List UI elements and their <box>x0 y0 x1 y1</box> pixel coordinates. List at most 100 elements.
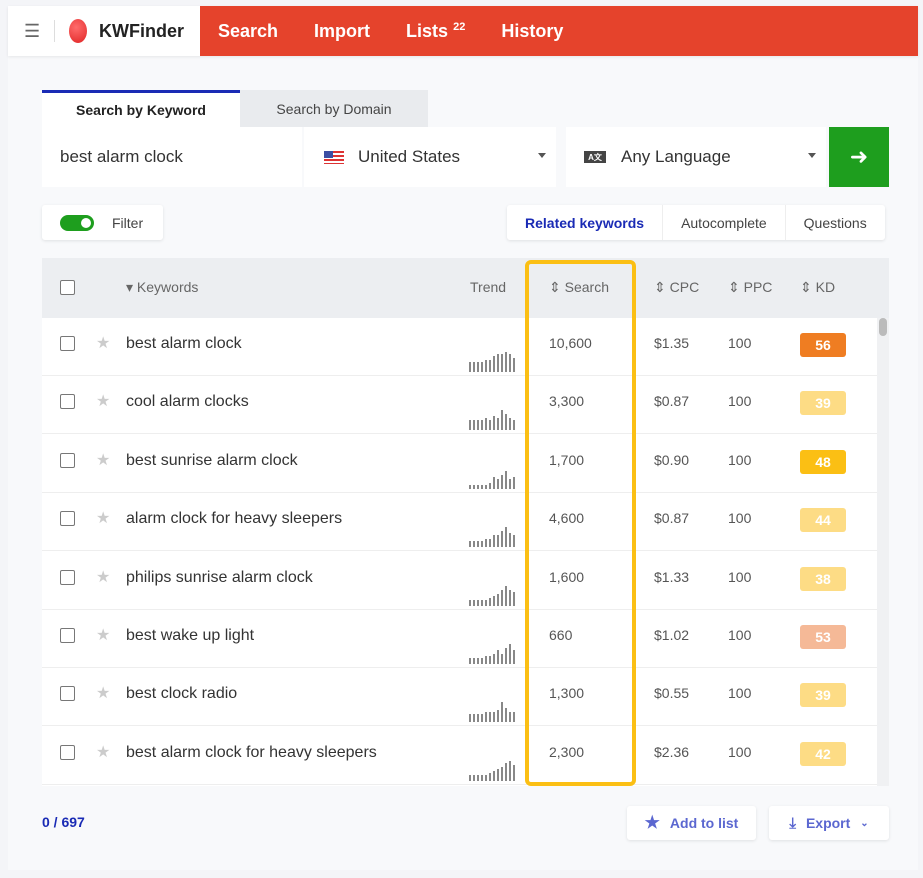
nav-history[interactable]: History <box>501 21 563 42</box>
trend-bar <box>481 420 483 431</box>
star-icon[interactable]: ★ <box>96 391 110 411</box>
table-header: ▾ Keywords Trend ⇕ Search ⇕ CPC ⇕ PPC ⇕ … <box>42 258 889 318</box>
ppc-value: 100 <box>728 568 752 585</box>
cpc-value: $0.87 <box>654 510 690 527</box>
keyword-text[interactable]: philips sunrise alarm clock <box>126 569 313 587</box>
col-keywords-label: Keywords <box>136 279 199 295</box>
kd-badge: 38 <box>800 566 846 591</box>
trend-sparkline <box>469 410 515 431</box>
trend-bar <box>501 410 503 431</box>
keyword-text[interactable]: alarm clock for heavy sleepers <box>126 510 342 528</box>
search-volume: 4,600 <box>549 510 585 527</box>
trend-bar <box>509 478 511 489</box>
col-kd[interactable]: ⇕ KD <box>800 279 835 296</box>
row-checkbox[interactable] <box>60 628 75 643</box>
row-checkbox[interactable] <box>60 686 75 702</box>
nav-search[interactable]: Search <box>218 21 278 42</box>
star-icon[interactable]: ★ <box>96 742 110 762</box>
lists-count-badge: 22 <box>453 20 466 33</box>
search-volume: 660 <box>549 627 573 643</box>
trend-bar <box>473 541 475 548</box>
tab-autocomplete[interactable]: Autocomplete <box>662 205 785 240</box>
star-icon[interactable]: ★ <box>96 683 110 703</box>
select-all-checkbox[interactable] <box>60 280 75 295</box>
add-to-list-button[interactable]: ★ Add to list <box>627 806 756 840</box>
trend-bar <box>473 484 475 489</box>
keyword-text[interactable]: best clock radio <box>126 685 237 703</box>
filter-label: Filter <box>112 214 144 231</box>
row-checkbox[interactable] <box>60 744 75 760</box>
ppc-value: 100 <box>728 451 752 468</box>
col-search[interactable]: ⇕ Search <box>549 279 609 296</box>
table-row: ★ cool alarm clocks 3,300 $0.87 100 39 <box>42 376 877 435</box>
keyword-text[interactable]: best alarm clock for heavy sleepers <box>126 744 377 762</box>
ppc-value: 100 <box>728 510 752 527</box>
trend-bar <box>485 539 487 548</box>
trend-bar <box>493 654 495 664</box>
tab-related-keywords[interactable]: Related keywords <box>507 205 662 240</box>
nav-lists-label: Lists <box>406 20 449 41</box>
kd-badge: 39 <box>800 391 846 416</box>
nav-import[interactable]: Import <box>314 21 370 42</box>
trend-bar <box>501 354 503 372</box>
nav-lists[interactable]: Lists 22 <box>406 21 465 42</box>
search-volume: 10,600 <box>549 335 592 351</box>
star-icon[interactable]: ★ <box>96 333 110 353</box>
star-icon[interactable]: ★ <box>96 567 110 587</box>
export-button[interactable]: ⤓ Export ⌄ <box>769 806 889 840</box>
language-select[interactable]: A文 Any Language <box>566 127 826 187</box>
col-cpc[interactable]: ⇕ CPC <box>654 279 699 296</box>
trend-bar <box>497 650 499 664</box>
col-trend: Trend <box>470 279 507 295</box>
col-kd-label: KD <box>815 279 836 295</box>
table-row: ★ best wake up light 660 $1.02 100 53 <box>42 610 877 668</box>
add-to-list-label: Add to list <box>669 815 739 831</box>
trend-bar <box>513 650 515 664</box>
star-icon[interactable]: ★ <box>96 508 110 528</box>
trend-bar <box>497 478 499 489</box>
chevron-down-icon <box>808 153 816 158</box>
tab-search-by-domain[interactable]: Search by Domain <box>240 90 428 127</box>
trend-bar <box>477 658 479 664</box>
scrollbar-thumb[interactable] <box>879 318 887 336</box>
keyword-input[interactable]: best alarm clock <box>42 127 302 187</box>
star-icon[interactable]: ★ <box>96 625 110 645</box>
trend-bar <box>489 597 491 606</box>
filter-toggle[interactable]: Filter <box>42 205 163 240</box>
trend-bar <box>477 420 479 431</box>
col-keywords[interactable]: ▾ Keywords <box>126 279 198 296</box>
trend-bar <box>485 656 487 664</box>
row-checkbox[interactable] <box>60 394 75 410</box>
cpc-value: $1.33 <box>654 568 690 585</box>
row-checkbox[interactable] <box>60 452 75 468</box>
trend-bar <box>469 484 471 489</box>
row-checkbox[interactable] <box>60 336 75 351</box>
tab-search-by-keyword[interactable]: Search by Keyword <box>42 90 240 127</box>
trend-bar <box>505 708 507 723</box>
star-icon[interactable]: ★ <box>96 450 110 470</box>
trend-bar <box>513 420 515 431</box>
trend-bar <box>469 658 471 664</box>
keyword-text[interactable]: best wake up light <box>126 627 254 645</box>
trend-bar <box>481 484 483 489</box>
ppc-value: 100 <box>728 335 752 351</box>
tab-questions[interactable]: Questions <box>784 205 885 240</box>
keyword-text[interactable]: cool alarm clocks <box>126 393 249 411</box>
country-select[interactable]: United States <box>304 127 556 187</box>
hamburger-menu-icon[interactable]: ☰ <box>24 21 40 42</box>
toggle-switch[interactable] <box>60 214 94 231</box>
trend-bar <box>469 541 471 548</box>
trend-bar <box>477 484 479 489</box>
table-row: ★ best alarm clock for heavy sleepers 2,… <box>42 727 877 785</box>
col-ppc[interactable]: ⇕ PPC <box>728 279 772 296</box>
keyword-text[interactable]: best sunrise alarm clock <box>126 452 298 470</box>
trend-bar <box>493 356 495 372</box>
table-row: ★ alarm clock for heavy sleepers 4,600 $… <box>42 493 877 552</box>
row-checkbox[interactable] <box>60 569 75 585</box>
row-checkbox[interactable] <box>60 511 75 527</box>
chevron-down-icon: ⌄ <box>860 817 869 829</box>
keyword-text[interactable]: best alarm clock <box>126 335 242 353</box>
search-go-button[interactable]: ➜ <box>829 127 889 187</box>
scrollbar[interactable] <box>877 318 889 786</box>
trend-bar <box>497 710 499 723</box>
